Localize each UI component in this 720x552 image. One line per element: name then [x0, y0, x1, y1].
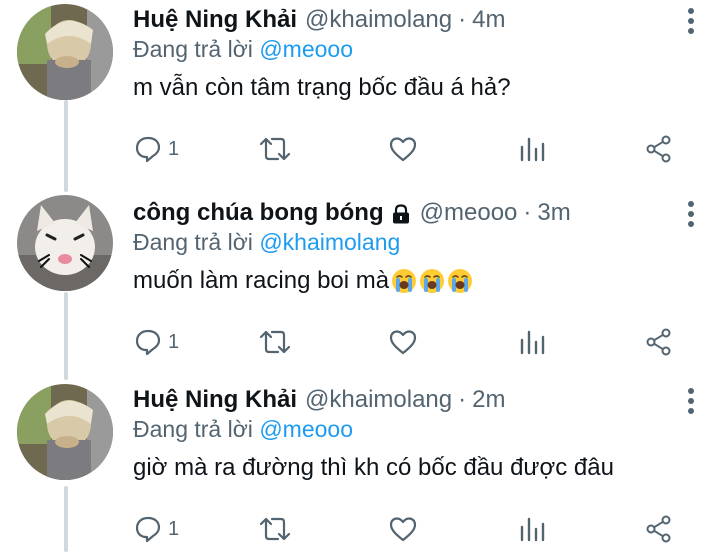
- share-button[interactable]: [645, 132, 673, 166]
- tweet-actions: 1: [0, 512, 720, 548]
- author-handle[interactable]: @meooo: [420, 199, 518, 226]
- author-name[interactable]: Huệ Ning Khải: [133, 6, 297, 34]
- retweet-button[interactable]: [259, 325, 291, 359]
- retweet-button[interactable]: [259, 132, 291, 166]
- reply-count: 1: [168, 330, 180, 353]
- replying-prefix: Đang trả lời: [133, 229, 253, 255]
- analytics-icon: [520, 517, 545, 542]
- retweet-icon: [259, 137, 291, 161]
- mention-link[interactable]: @khaimolang: [259, 229, 400, 255]
- share-icon: [646, 328, 671, 356]
- like-button[interactable]: [388, 132, 418, 166]
- replying-to: Đang trả lời @khaimolang: [133, 229, 400, 256]
- separator: ·: [458, 386, 467, 413]
- avatar[interactable]: [17, 384, 113, 480]
- heart-icon: [389, 517, 417, 542]
- reply-count: 1: [168, 517, 180, 540]
- author-handle[interactable]: @khaimolang: [305, 386, 452, 413]
- retweet-icon: [259, 517, 291, 541]
- reply-icon: [135, 329, 161, 356]
- mention-link[interactable]: @meooo: [259, 36, 353, 62]
- tweet-text-content: muốn làm racing boi mà: [133, 267, 390, 294]
- tweet-actions: 1: [0, 132, 720, 168]
- reply-icon: [135, 516, 161, 543]
- analytics-icon: [520, 330, 545, 355]
- tweet-text: giờ mà ra đường thì kh có bốc đầu được đ…: [133, 454, 614, 482]
- tweet-text-content: giờ mà ra đường thì kh có bốc đầu được đ…: [133, 454, 614, 481]
- tweet-text-content: m vẫn còn tâm trạng bốc đầu á hả?: [133, 74, 511, 101]
- more-options-icon[interactable]: [686, 8, 696, 34]
- share-icon: [646, 515, 671, 543]
- lock-icon: [392, 204, 409, 224]
- tweet-time[interactable]: 3m: [537, 199, 570, 226]
- replying-to: Đang trả lời @meooo: [133, 416, 353, 443]
- more-options-icon[interactable]: [686, 388, 696, 414]
- author-handle[interactable]: @khaimolang: [305, 6, 452, 33]
- tweet-text: muốn làm racing boi mà: [133, 267, 473, 295]
- reply-button[interactable]: 1: [134, 512, 179, 546]
- separator: ·: [523, 199, 532, 226]
- reply-count: 1: [168, 137, 180, 160]
- author-name[interactable]: công chúa bong bóng: [133, 199, 384, 227]
- heart-icon: [389, 137, 417, 162]
- reply-button[interactable]: 1: [134, 132, 179, 166]
- more-options-icon[interactable]: [686, 201, 696, 227]
- separator: ·: [458, 6, 467, 33]
- reply-icon: [135, 136, 161, 163]
- tweet-text: m vẫn còn tâm trạng bốc đầu á hả?: [133, 74, 511, 102]
- analytics-button[interactable]: [519, 512, 545, 546]
- retweet-button[interactable]: [259, 512, 291, 546]
- like-button[interactable]: [388, 325, 418, 359]
- reply-button[interactable]: 1: [134, 325, 179, 359]
- analytics-button[interactable]: [519, 132, 545, 166]
- share-icon: [646, 135, 671, 163]
- retweet-icon: [259, 330, 291, 354]
- tweet-actions: 1: [0, 325, 720, 361]
- avatar[interactable]: [17, 195, 113, 291]
- replying-to: Đang trả lời @meooo: [133, 36, 353, 63]
- heart-icon: [389, 330, 417, 355]
- like-button[interactable]: [388, 512, 418, 546]
- replying-prefix: Đang trả lời: [133, 36, 253, 62]
- share-button[interactable]: [645, 325, 673, 359]
- analytics-button[interactable]: [519, 325, 545, 359]
- tweet-time[interactable]: 4m: [472, 6, 505, 33]
- share-button[interactable]: [645, 512, 673, 546]
- author-name[interactable]: Huệ Ning Khải: [133, 386, 297, 414]
- avatar[interactable]: [17, 4, 113, 100]
- replying-prefix: Đang trả lời: [133, 416, 253, 442]
- analytics-icon: [520, 137, 545, 162]
- loudly-crying-face-icon: [420, 269, 445, 293]
- mention-link[interactable]: @meooo: [259, 416, 353, 442]
- loudly-crying-face-icon: [392, 269, 417, 293]
- loudly-crying-face-icon: [448, 269, 473, 293]
- tweet-time[interactable]: 2m: [472, 386, 505, 413]
